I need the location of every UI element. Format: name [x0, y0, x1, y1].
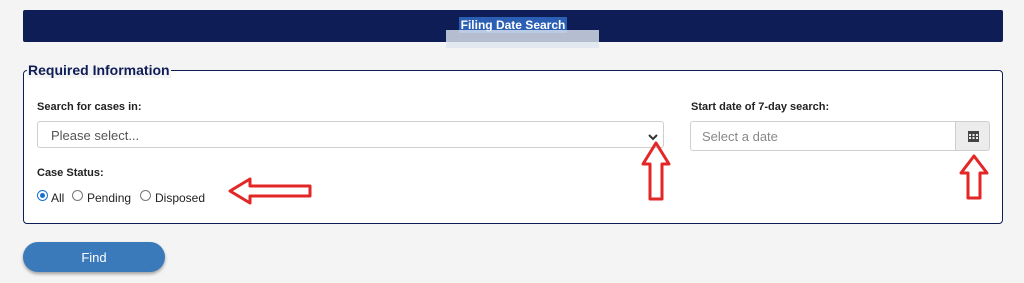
radio-disposed-label: Disposed: [155, 191, 206, 205]
arrow-up-annotation-calendar: [959, 154, 989, 200]
find-button-label: Find: [81, 250, 107, 265]
header-ghost-overlay: [446, 30, 599, 48]
search-cases-select[interactable]: Please select...: [37, 121, 664, 148]
find-button[interactable]: Find: [23, 242, 165, 272]
arrow-up-annotation-dropdown: [641, 141, 671, 201]
start-date-input[interactable]: Select a date: [690, 121, 956, 151]
radio-all[interactable]: [37, 190, 48, 201]
start-date-placeholder: Select a date: [702, 129, 778, 144]
search-cases-label: Search for cases in:: [37, 101, 142, 113]
calendar-icon: [968, 131, 979, 142]
case-status-label: Case Status:: [37, 167, 104, 179]
radio-pending[interactable]: [72, 190, 83, 201]
arrow-left-annotation: [228, 177, 312, 205]
required-information-legend: Required Information: [27, 62, 171, 78]
radio-all-label: All: [51, 191, 65, 205]
calendar-button[interactable]: [955, 121, 990, 151]
start-date-label: Start date of 7-day search:: [691, 101, 830, 113]
radio-pending-label: Pending: [87, 191, 132, 205]
radio-disposed[interactable]: [140, 190, 151, 201]
search-cases-select-value: Please select...: [51, 128, 140, 143]
